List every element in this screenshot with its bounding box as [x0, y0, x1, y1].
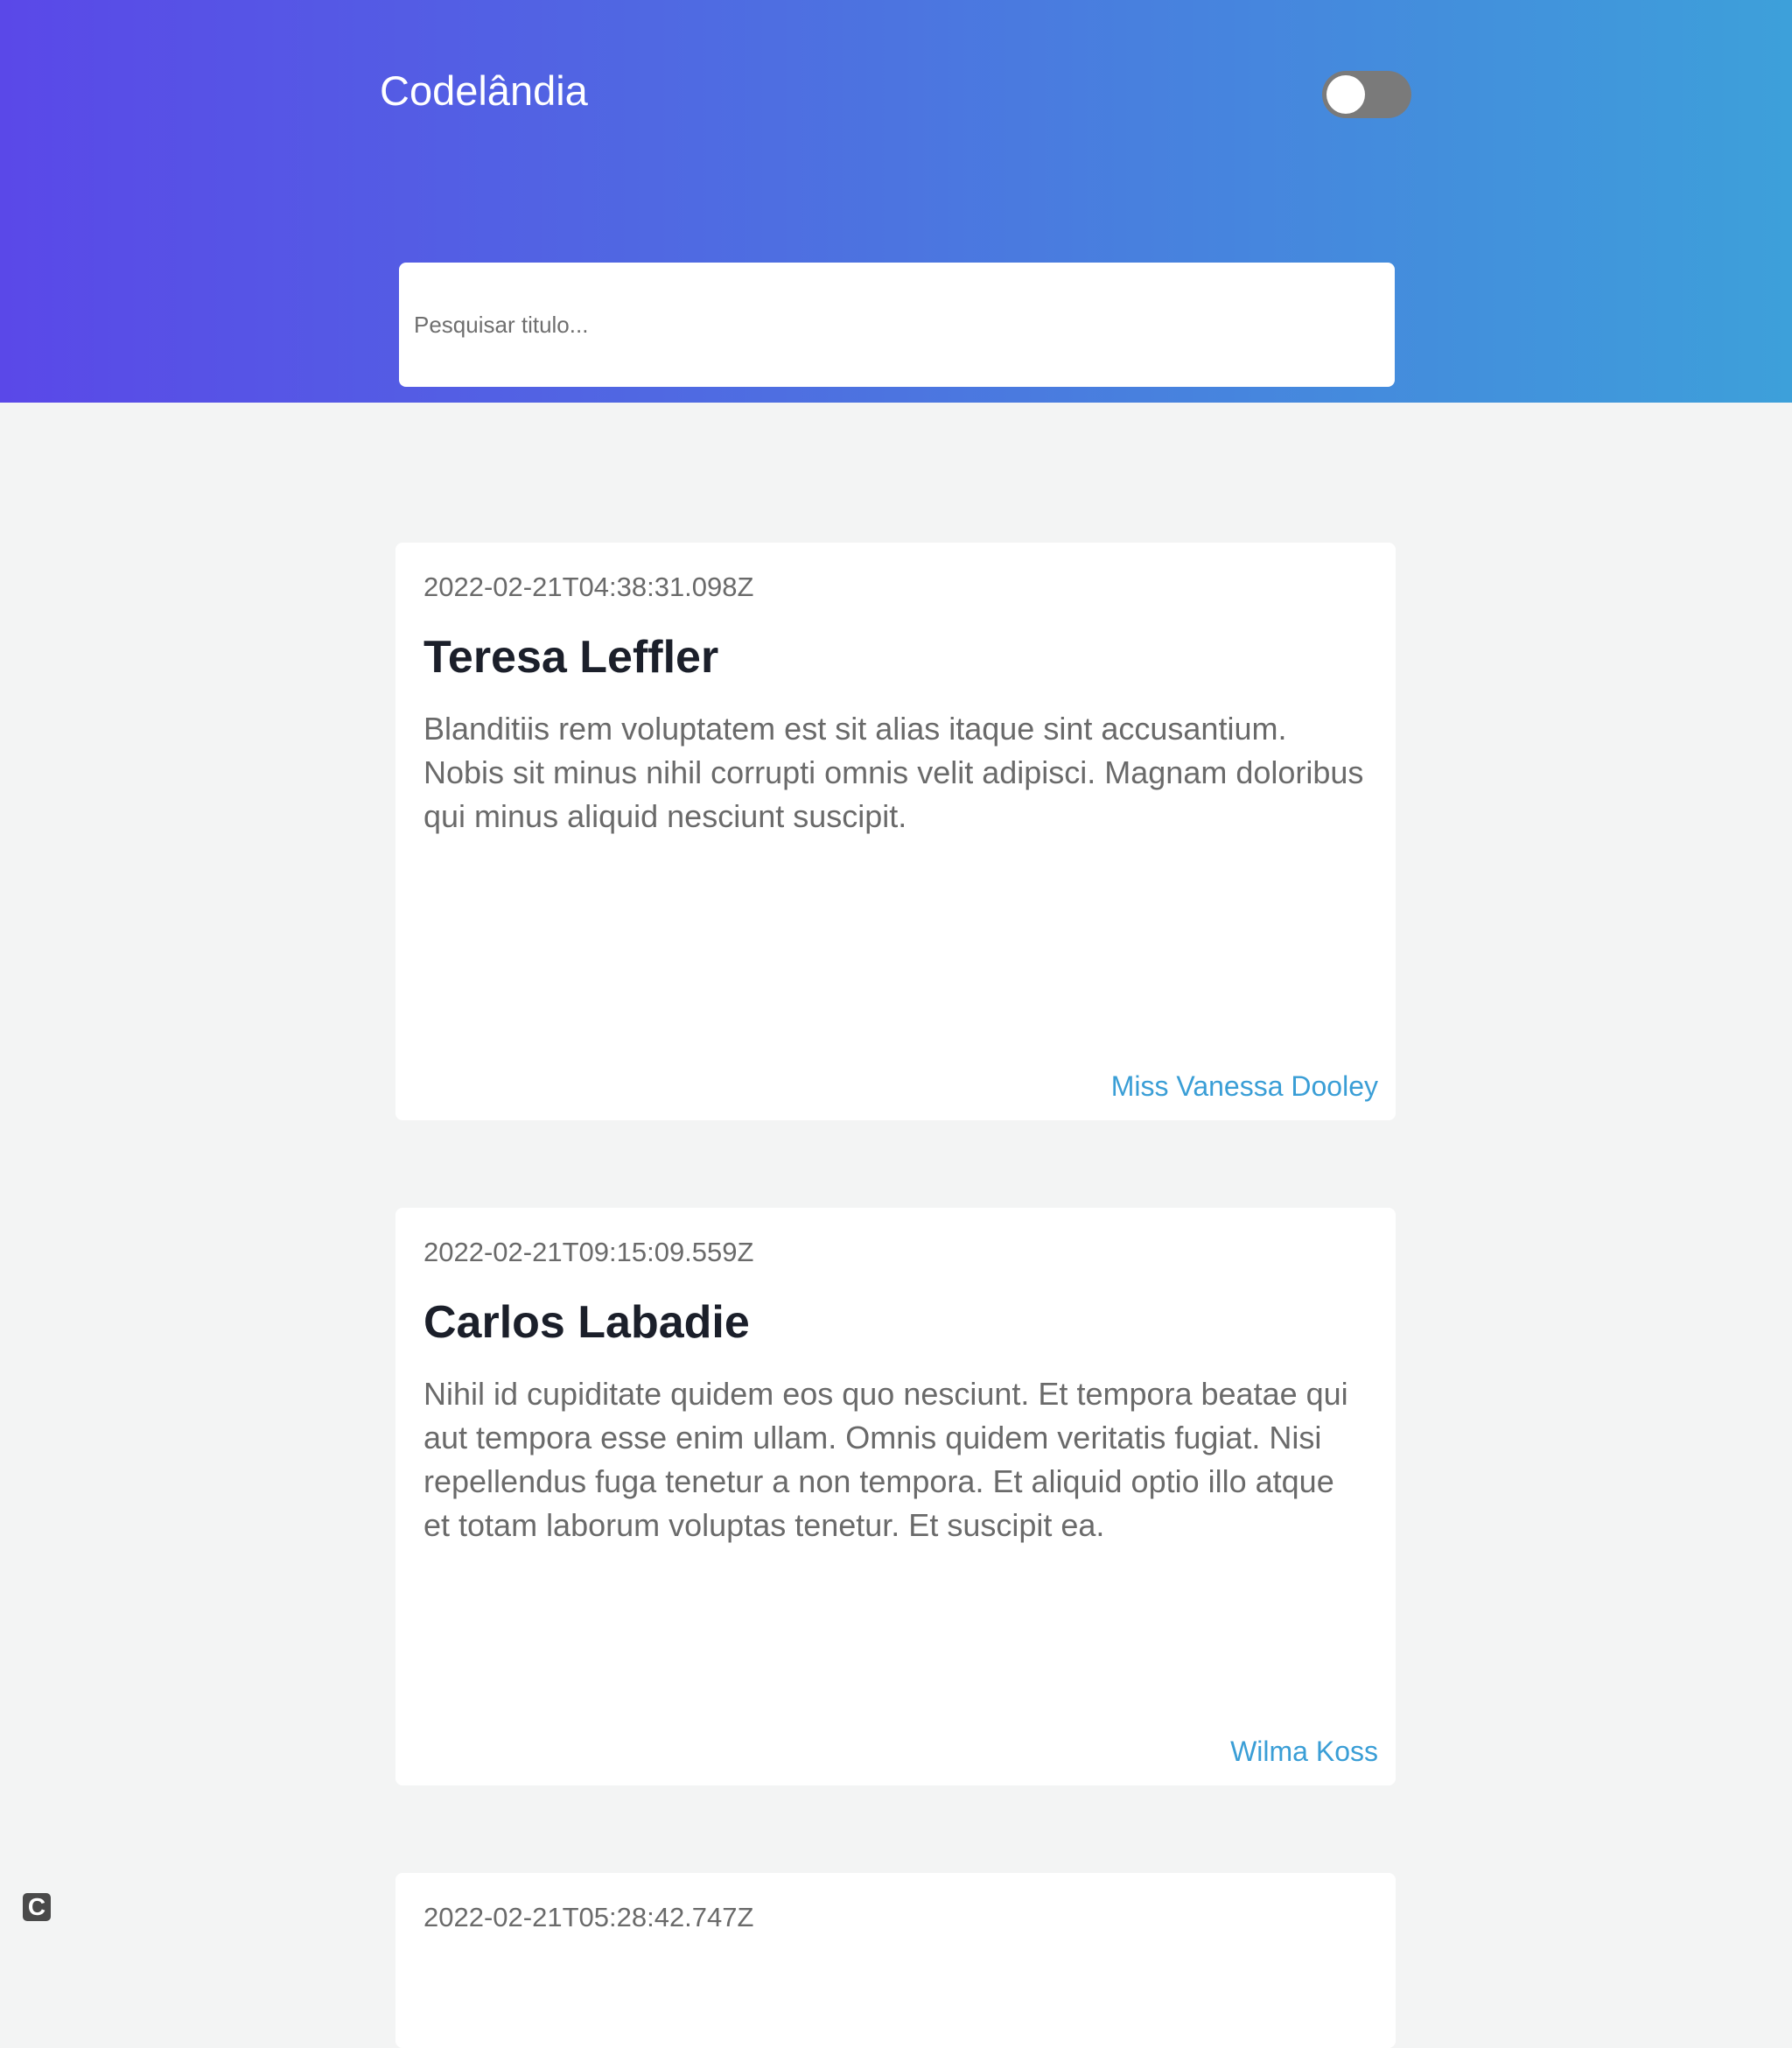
post-body: Nihil id cupiditate quidem eos quo nesci…: [424, 1376, 1348, 1543]
post-author-link[interactable]: Wilma Koss: [1230, 1735, 1378, 1768]
post-author-link[interactable]: Miss Vanessa Dooley: [1111, 1070, 1378, 1103]
post-body: Blanditiis rem voluptatem est sit alias …: [424, 711, 1364, 834]
search-input[interactable]: [399, 263, 1395, 387]
post-date: 2022-02-21T05:28:42.747Z: [424, 1902, 754, 1932]
post-card[interactable]: 2022-02-21T09:15:09.559Z Carlos Labadie …: [396, 1208, 1396, 1785]
page-header: Codelândia: [0, 0, 1792, 403]
brand-title: Codelândia: [380, 67, 588, 114]
post-card[interactable]: 2022-02-21T04:38:31.098Z Teresa Leffler …: [396, 543, 1396, 1120]
post-date: 2022-02-21T04:38:31.098Z: [424, 572, 754, 602]
post-date: 2022-02-21T09:15:09.559Z: [424, 1237, 754, 1267]
post-title: Carlos Labadie: [424, 1297, 750, 1348]
post-card[interactable]: 2022-02-21T05:28:42.747Z: [396, 1873, 1396, 2048]
toggle-knob: [1326, 75, 1365, 114]
theme-toggle[interactable]: [1322, 71, 1411, 118]
c-logo-icon[interactable]: C: [23, 1893, 51, 1921]
post-title: Teresa Leffler: [424, 632, 719, 683]
